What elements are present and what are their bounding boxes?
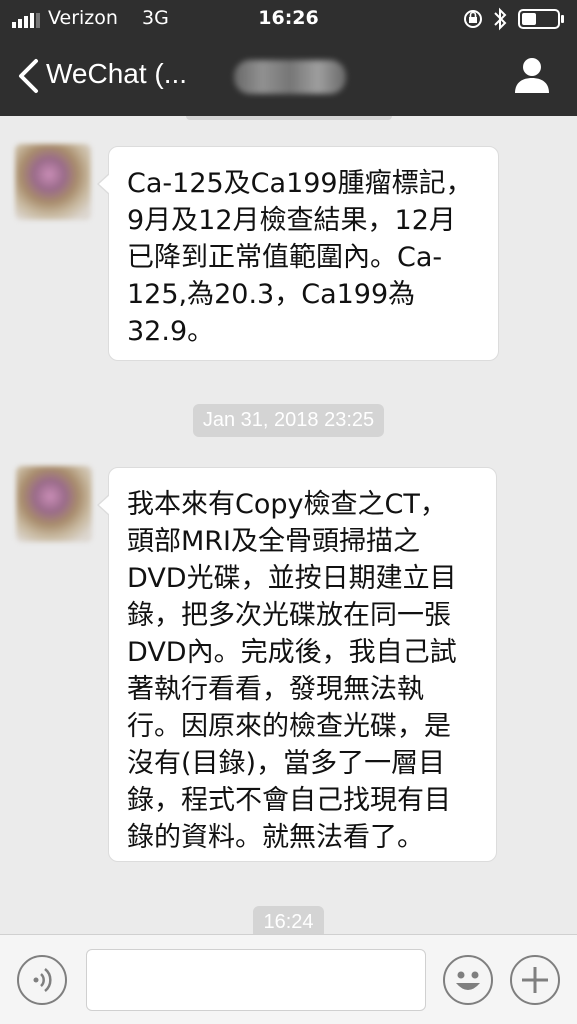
chevron-left-icon[interactable] (16, 58, 42, 94)
timestamp-text: Jan 31, 2018 23:25 (192, 404, 385, 437)
message-bubble[interactable]: 我本來有Copy檢查之CT， 頭部MRI及全骨頭掃描之 DVD光碟，並按日期建立… (97, 467, 497, 862)
status-time: 16:26 (258, 7, 319, 29)
timestamp-text: 16:24 (253, 906, 324, 934)
emoji-icon[interactable] (443, 955, 493, 1005)
chat-area[interactable]: Ca-125及Ca199腫瘤標記， 9月及12月檢查結果，12月 已降到正常值範… (0, 116, 577, 934)
avatar[interactable] (15, 144, 91, 220)
timestamp-pill-partial (186, 116, 392, 120)
blurred-contact-name (234, 60, 346, 94)
user-icon[interactable] (514, 56, 550, 94)
input-bar (0, 934, 577, 1024)
timestamp-divider: Jan 31, 2018 23:25 (0, 404, 577, 437)
status-bar: Verizon 3G 16:26 (0, 0, 577, 38)
message-input[interactable] (86, 949, 426, 1011)
avatar[interactable] (16, 466, 92, 542)
rotation-lock-icon (464, 10, 482, 28)
top-bar: Verizon 3G 16:26 WeChat (... (0, 0, 577, 116)
navigation-bar: WeChat (... (0, 38, 577, 116)
plus-icon[interactable] (510, 955, 560, 1005)
chat-title[interactable]: WeChat (... (46, 58, 187, 90)
timestamp-divider: 16:24 (0, 906, 577, 934)
bluetooth-icon (494, 7, 507, 31)
voice-icon[interactable] (17, 955, 67, 1005)
message-bubble[interactable]: Ca-125及Ca199腫瘤標記， 9月及12月檢查結果，12月 已降到正常值範… (97, 146, 499, 361)
battery-icon (518, 9, 564, 29)
